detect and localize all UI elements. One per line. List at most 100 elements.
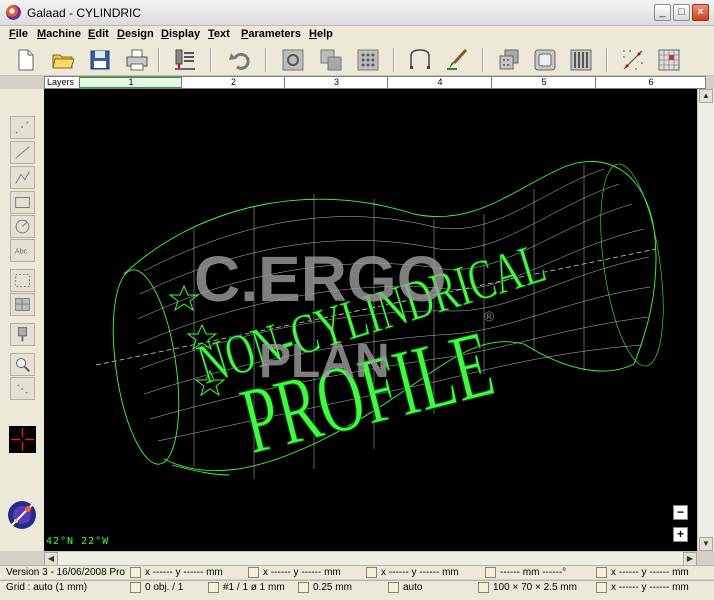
menu-bar: File Machine Edit Design Display Text Pa… [0, 26, 714, 44]
close-button[interactable]: × [692, 4, 709, 21]
brush-icon[interactable] [444, 47, 470, 73]
watermark-logo-primary: C.ERGO [194, 243, 446, 315]
material-size-field: 100 × 70 × 2.5 mm [493, 582, 577, 593]
main-toolbar [0, 44, 714, 76]
grid-label: Grid : auto (1 mm) [6, 582, 88, 593]
vertical-scrollbar[interactable]: ▲ ▼ [697, 89, 714, 551]
undo-icon[interactable] [228, 47, 254, 73]
grid-select-tool-icon[interactable] [10, 293, 35, 316]
pan-tool-icon[interactable] [10, 377, 35, 400]
menu-text[interactable]: Text [205, 27, 233, 41]
group-icon[interactable] [280, 47, 306, 73]
menu-help[interactable]: Help [306, 27, 336, 41]
zoom-tool-icon[interactable] [10, 353, 35, 376]
circle-tool-icon[interactable] [10, 215, 35, 238]
polyline-tool-icon[interactable] [10, 166, 35, 189]
layers-label: Layers [47, 77, 75, 87]
scroll-left-arrow-icon[interactable]: ◀ [44, 552, 58, 566]
material-icon [478, 582, 489, 593]
coordinate-readout: 42°N 22°W [46, 536, 110, 547]
minimize-button[interactable]: _ [654, 4, 671, 21]
bars-icon[interactable] [568, 47, 594, 73]
maximize-button[interactable]: □ [673, 4, 690, 21]
horizontal-scrollbar[interactable]: ◀ ▶ [44, 551, 697, 566]
distance-angle-field: ------ mm ------° [500, 567, 567, 578]
menu-machine[interactable]: Machine [34, 27, 84, 41]
angle-icon [485, 567, 496, 578]
scroll-down-arrow-icon[interactable]: ▼ [699, 537, 713, 551]
layer-tab-2[interactable]: 2 [181, 77, 285, 88]
zoom-in-button[interactable]: + [673, 527, 688, 542]
layer-tab-3[interactable]: 3 [284, 77, 388, 88]
zoom-out-button[interactable]: − [673, 505, 688, 520]
machine-tool-icon[interactable] [10, 323, 35, 346]
rectangle-tool-icon[interactable] [10, 191, 35, 214]
step-icon [298, 582, 309, 593]
menu-design[interactable]: Design [114, 27, 157, 41]
version-label: Version 3 - 16/06/2008 Pro [6, 567, 125, 578]
menu-file[interactable]: File [6, 27, 31, 41]
new-file-icon[interactable] [12, 47, 38, 73]
toolbar-separator [606, 48, 608, 72]
text-tool-icon[interactable]: Abc [10, 239, 35, 262]
tool-pass-icon [208, 582, 219, 593]
coord-field-6: x ------ y ------ mm [611, 582, 689, 593]
title-bar: Galaad - CYLINDRIC _ □ × [0, 0, 714, 26]
select-tool-icon[interactable] [10, 269, 35, 292]
layers-bar: Layers 1 2 3 4 5 6 [44, 76, 706, 89]
layer-tab-5[interactable]: 5 [491, 77, 596, 88]
layer-tab-6[interactable]: 6 [595, 77, 706, 88]
galaad-app-icon [6, 5, 21, 20]
coord-field-3: x ------ y ------ mm [381, 567, 459, 578]
speed-field: auto [403, 582, 423, 593]
scroll-up-arrow-icon[interactable]: ▲ [699, 89, 713, 103]
coord-field-1: x ------ y ------ mm [145, 567, 223, 578]
objects-icon [130, 582, 141, 593]
objects-count: 0 obj. / 1 [145, 582, 184, 593]
layer-tab-1[interactable]: 1 [79, 77, 182, 88]
drawing-canvas[interactable]: NON-CYLINDRICAL PROFILE C.ERGO ® PLAN − … [44, 89, 697, 551]
menu-edit[interactable]: Edit [85, 27, 112, 41]
toolbar-separator [482, 48, 484, 72]
speed-icon [388, 582, 399, 593]
left-toolbox: Abc [0, 89, 44, 551]
tool-pass-field: #1 / 1 ø 1 mm [223, 582, 285, 593]
status-row-2: Grid : auto (1 mm) 0 obj. / 1 #1 / 1 ø 1… [0, 580, 714, 600]
scroll-right-arrow-icon[interactable]: ▶ [683, 552, 697, 566]
coord-field-5: x ------ y ------ mm [611, 567, 689, 578]
frame-icon[interactable] [532, 47, 558, 73]
window-title: Galaad - CYLINDRIC [27, 6, 142, 20]
ungroup-icon[interactable] [318, 47, 344, 73]
status-row-1: Version 3 - 16/06/2008 Pro x ------ y --… [0, 565, 714, 579]
svg-text:Abc: Abc [15, 247, 28, 256]
cursor-icon [596, 567, 607, 578]
array-icon[interactable] [355, 47, 381, 73]
canvas-drawing: NON-CYLINDRICAL PROFILE C.ERGO ® PLAN [95, 161, 664, 479]
toolbar-separator [265, 48, 267, 72]
diagonal-icon [366, 567, 377, 578]
stack-icon[interactable] [496, 47, 522, 73]
menu-display[interactable]: Display [158, 27, 203, 41]
origin-icon [130, 567, 141, 578]
layer-tab-4[interactable]: 4 [387, 77, 492, 88]
machine-icon[interactable] [172, 47, 198, 73]
curve-icon[interactable] [407, 47, 433, 73]
toolbar-separator [393, 48, 395, 72]
crosshair-icon [9, 426, 36, 453]
toolbar-separator [210, 48, 212, 72]
save-disk-icon[interactable] [87, 47, 113, 73]
open-folder-icon[interactable] [50, 47, 76, 73]
watermark-logo-secondary: PLAN [259, 335, 390, 388]
print-icon[interactable] [124, 47, 150, 73]
step-field: 0.25 mm [313, 582, 352, 593]
watermark-logo-reg: ® [484, 308, 495, 324]
coord-field-2: x ------ y ------ mm [263, 567, 341, 578]
corner-icon [248, 567, 259, 578]
grid-points-icon[interactable] [620, 47, 646, 73]
grid-icon[interactable] [656, 47, 682, 73]
points-tool-icon[interactable] [10, 116, 35, 139]
line-tool-icon[interactable] [10, 141, 35, 164]
toolbar-separator [158, 48, 160, 72]
cursor-icon-2 [596, 582, 607, 593]
menu-parameters[interactable]: Parameters [238, 27, 304, 41]
